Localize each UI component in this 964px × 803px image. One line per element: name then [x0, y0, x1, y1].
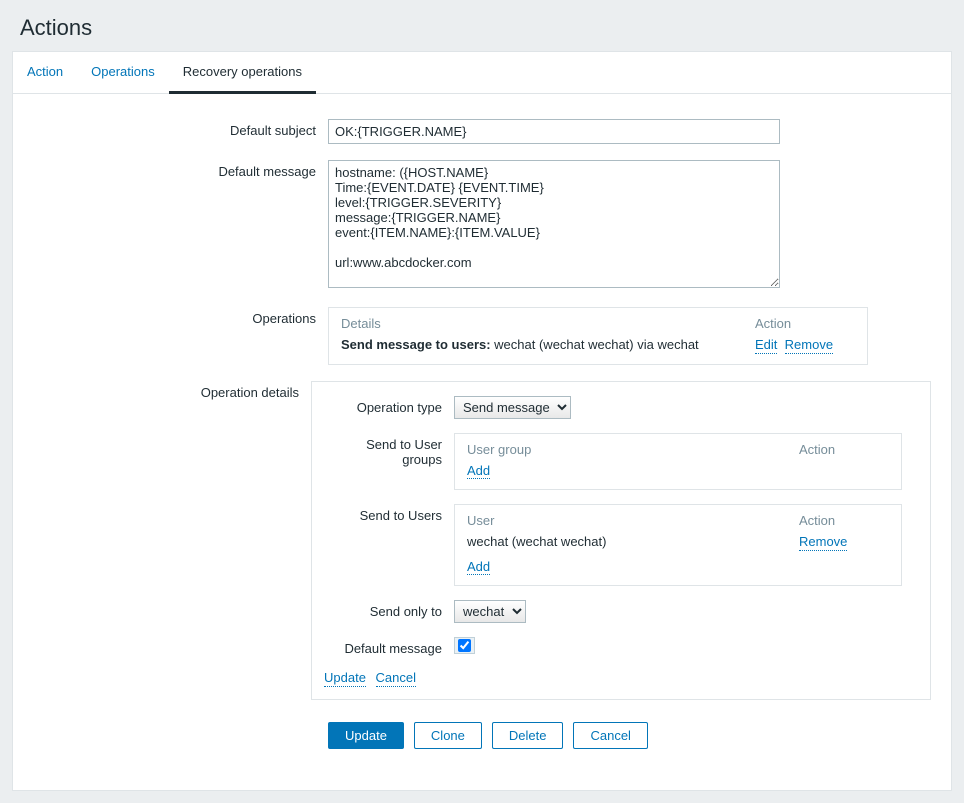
- tab-action[interactable]: Action: [13, 52, 77, 93]
- user-group-add-link[interactable]: Add: [467, 463, 490, 480]
- user-action-header: Action: [799, 513, 889, 528]
- operation-details-label: Operation details: [33, 381, 311, 700]
- page-title: Actions: [0, 0, 964, 51]
- operations-row-details: Send message to users: wechat (wechat we…: [341, 337, 755, 354]
- tabs: Action Operations Recovery operations: [13, 52, 951, 94]
- operations-remove-link[interactable]: Remove: [785, 337, 833, 354]
- tab-recovery-operations[interactable]: Recovery operations: [169, 52, 316, 94]
- user-value: wechat (wechat wechat): [467, 534, 799, 551]
- send-to-user-groups-label: Send to User groups: [324, 433, 454, 491]
- user-group-header: User group: [467, 442, 799, 457]
- default-subject-input[interactable]: [328, 119, 780, 144]
- button-row: Update Clone Delete Cancel: [328, 722, 931, 749]
- default-message-label: Default message: [33, 160, 328, 291]
- clone-button[interactable]: Clone: [414, 722, 482, 749]
- operations-label: Operations: [33, 307, 328, 365]
- default-message-checkbox-label: Default message: [324, 637, 454, 656]
- user-add-link[interactable]: Add: [467, 559, 490, 576]
- send-to-users-label: Send to Users: [324, 504, 454, 586]
- operation-type-select[interactable]: Send message: [454, 396, 571, 419]
- send-only-to-select[interactable]: wechat: [454, 600, 526, 623]
- operation-type-label: Operation type: [324, 396, 454, 419]
- detail-update-link[interactable]: Update: [324, 670, 366, 687]
- user-header: User: [467, 513, 799, 528]
- default-subject-label: Default subject: [33, 119, 328, 144]
- user-remove-link[interactable]: Remove: [799, 534, 847, 551]
- default-message-checkbox[interactable]: [458, 639, 471, 652]
- user-group-action-header: Action: [799, 442, 889, 457]
- delete-button[interactable]: Delete: [492, 722, 564, 749]
- operations-action-header: Action: [755, 316, 855, 331]
- operations-row-suffix: wechat (wechat wechat) via wechat: [494, 337, 698, 352]
- operations-edit-link[interactable]: Edit: [755, 337, 777, 354]
- users-box: User Action wechat (wechat wechat) Remov…: [454, 504, 902, 586]
- send-only-to-label: Send only to: [324, 600, 454, 623]
- detail-cancel-link[interactable]: Cancel: [376, 670, 416, 687]
- cancel-button[interactable]: Cancel: [573, 722, 647, 749]
- operations-details-header: Details: [341, 316, 755, 331]
- operation-details-box: Operation type Send message Send to User…: [311, 381, 931, 700]
- operations-row-prefix: Send message to users:: [341, 337, 494, 352]
- form-area: Default subject Default message hostname…: [13, 94, 951, 790]
- update-button[interactable]: Update: [328, 722, 404, 749]
- default-message-textarea[interactable]: hostname: ({HOST.NAME} Time:{EVENT.DATE}…: [328, 160, 780, 288]
- operations-box: Details Action Send message to users: we…: [328, 307, 868, 365]
- tab-operations[interactable]: Operations: [77, 52, 169, 93]
- user-groups-box: User group Action Add: [454, 433, 902, 491]
